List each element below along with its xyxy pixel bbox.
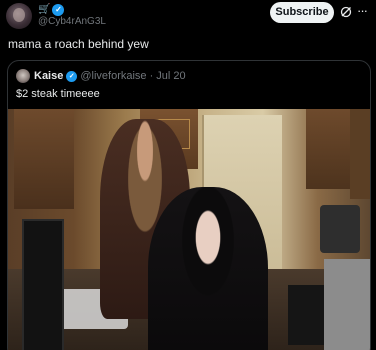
post-header: 🛒 ✓ @Cyb4rAnG3L Subscribe ··· xyxy=(0,0,376,32)
subscribe-button[interactable]: Subscribe xyxy=(270,2,334,23)
quoted-author-handle[interactable]: @liveforkaise xyxy=(80,70,146,82)
author-avatar[interactable] xyxy=(6,3,32,29)
right-shelf xyxy=(350,109,370,199)
quoted-author-avatar[interactable] xyxy=(16,69,30,83)
verified-badge-icon: ✓ xyxy=(52,3,65,16)
quoted-post[interactable]: Kaise ✓ @liveforkaise · Jul 20 $2 steak … xyxy=(7,60,371,350)
post-text: mama a roach behind yew xyxy=(8,37,149,51)
author-name-emoji: 🛒 xyxy=(38,3,51,15)
separator-dot: · xyxy=(149,70,154,82)
right-cabinet xyxy=(306,109,350,189)
left-cabinet xyxy=(14,109,74,209)
author-name-row[interactable]: 🛒 ✓ xyxy=(38,3,65,16)
author-handle[interactable]: @Cyb4rAnG3L xyxy=(38,16,106,27)
quoted-post-text: $2 steak timeeee xyxy=(16,88,100,100)
quoted-author-row: Kaise ✓ @liveforkaise · Jul 20 xyxy=(34,69,186,83)
quoted-post-media[interactable] xyxy=(8,109,370,350)
person-foreground xyxy=(148,187,268,350)
quoted-author-name[interactable]: Kaise xyxy=(34,70,63,82)
quoted-post-date[interactable]: Jul 20 xyxy=(156,70,185,82)
coffee-maker xyxy=(320,205,360,253)
monitor xyxy=(22,219,64,350)
stove xyxy=(324,259,370,350)
verified-badge-icon: ✓ xyxy=(66,70,78,82)
grok-icon[interactable] xyxy=(340,6,352,18)
more-icon[interactable]: ··· xyxy=(357,4,371,18)
